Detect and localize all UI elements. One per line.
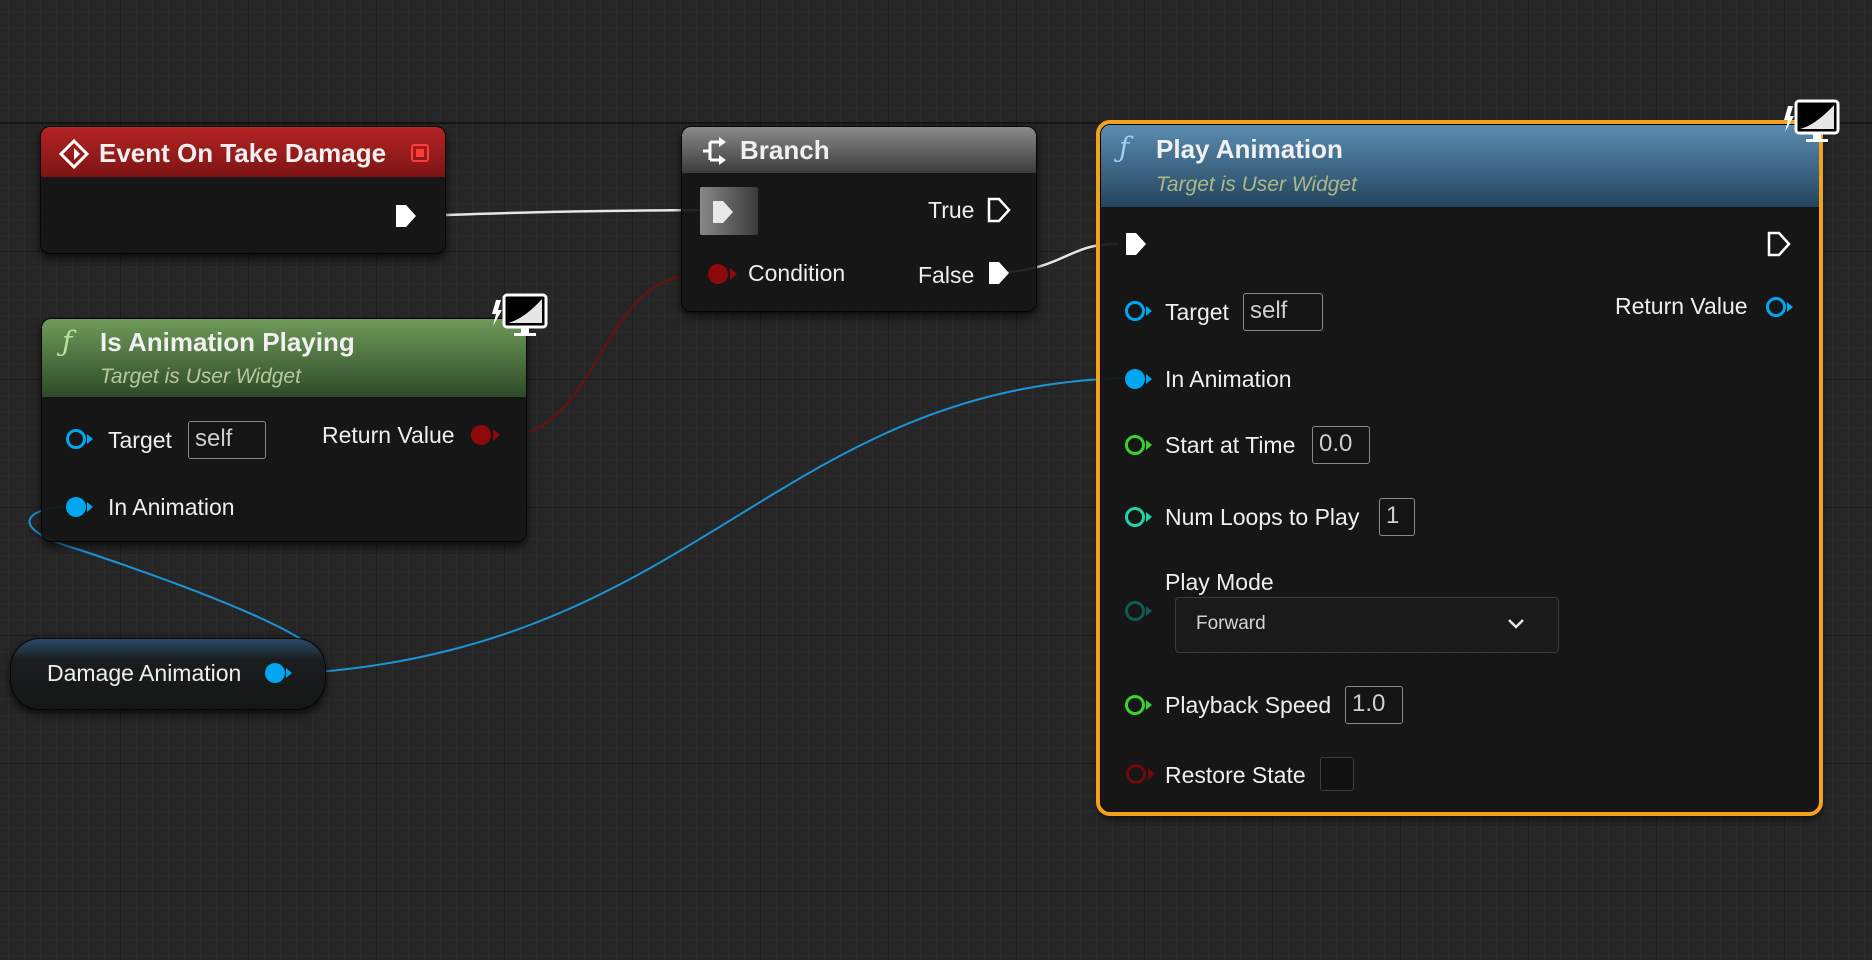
branch-node-title: Branch — [740, 135, 830, 165]
play-return-value-label: Return Value — [1615, 293, 1748, 319]
event-node-title: Event On Take Damage — [99, 138, 387, 168]
play-animation-subtitle: Target is User Widget — [1156, 173, 1357, 196]
exec-input-pin[interactable] — [710, 197, 736, 227]
condition-label: Condition — [748, 260, 846, 286]
start-at-time-pin[interactable] — [1123, 433, 1155, 457]
is-animation-playing-subtitle: Target is User Widget — [100, 365, 301, 388]
exec-wire-event-branch — [445, 208, 705, 217]
play-exec-input-pin[interactable] — [1123, 229, 1149, 259]
play-in-animation-pin[interactable] — [1123, 367, 1155, 391]
in-animation-pin[interactable] — [64, 495, 96, 519]
play-target-label: Target — [1165, 299, 1229, 325]
widget-monitor-icon — [1784, 99, 1840, 142]
damage-animation-output-pin[interactable] — [263, 661, 295, 685]
num-loops-pin[interactable] — [1123, 505, 1155, 529]
function-icon: ƒ — [62, 325, 73, 358]
damage-animation-label: Damage Animation — [47, 660, 242, 686]
start-at-time-field[interactable]: 0.0 — [1312, 426, 1370, 464]
play-target-pin[interactable] — [1123, 299, 1155, 323]
widget-monitor-icon — [492, 293, 548, 336]
play-animation-node[interactable]: ƒ Play Animation Target is User Widget T… — [1100, 124, 1821, 814]
play-target-value-field[interactable]: self — [1243, 293, 1323, 331]
target-label: Target — [108, 427, 172, 453]
num-loops-field[interactable]: 1 — [1379, 498, 1415, 536]
target-pin[interactable] — [64, 427, 96, 451]
play-mode-label: Play Mode — [1165, 569, 1274, 595]
is-animation-playing-node[interactable]: ƒ Is Animation Playing Target is User Wi… — [41, 318, 527, 542]
play-return-value-pin[interactable] — [1764, 295, 1796, 319]
playback-speed-field[interactable]: 1.0 — [1345, 686, 1403, 724]
branch-icon — [703, 137, 726, 165]
restore-state-pin[interactable] — [1123, 761, 1157, 787]
branch-node-header — [682, 127, 1036, 173]
target-value-field[interactable]: self — [188, 421, 266, 459]
branch-false-exec-pin[interactable] — [986, 258, 1012, 288]
condition-pin[interactable] — [705, 261, 739, 287]
event-node[interactable]: Event On Take Damage — [40, 126, 446, 254]
play-exec-output-pin[interactable] — [1766, 229, 1792, 259]
chevron-down-icon — [1508, 619, 1524, 629]
play-animation-title: Play Animation — [1156, 134, 1343, 164]
exec-input-pin-highlight[interactable] — [700, 187, 758, 235]
return-value-pin[interactable] — [468, 422, 502, 448]
num-loops-label: Num Loops to Play — [1165, 504, 1360, 530]
play-mode-pin[interactable] — [1123, 599, 1155, 623]
branch-node[interactable]: Branch True Condition False — [681, 126, 1037, 312]
branch-true-exec-pin[interactable] — [986, 195, 1012, 225]
restore-state-checkbox[interactable] — [1320, 757, 1354, 791]
playback-speed-pin[interactable] — [1123, 693, 1155, 717]
in-animation-label: In Animation — [108, 494, 235, 520]
branch-false-label: False — [918, 262, 975, 288]
return-value-label: Return Value — [322, 422, 455, 448]
damage-animation-variable-node[interactable]: Damage Animation — [10, 638, 326, 710]
play-mode-value: Forward — [1196, 613, 1266, 634]
function-icon: ƒ — [1119, 131, 1130, 164]
play-mode-dropdown[interactable]: Forward — [1175, 597, 1559, 653]
exec-output-pin[interactable] — [393, 201, 419, 231]
start-at-time-label: Start at Time — [1165, 432, 1296, 458]
branch-true-label: True — [928, 197, 975, 223]
event-diamond-icon — [59, 139, 89, 169]
playback-speed-label: Playback Speed — [1165, 692, 1332, 718]
is-animation-playing-title: Is Animation Playing — [100, 327, 355, 357]
delegate-pin-icon[interactable] — [409, 142, 431, 164]
restore-state-label: Restore State — [1165, 762, 1306, 788]
play-in-animation-label: In Animation — [1165, 366, 1292, 392]
